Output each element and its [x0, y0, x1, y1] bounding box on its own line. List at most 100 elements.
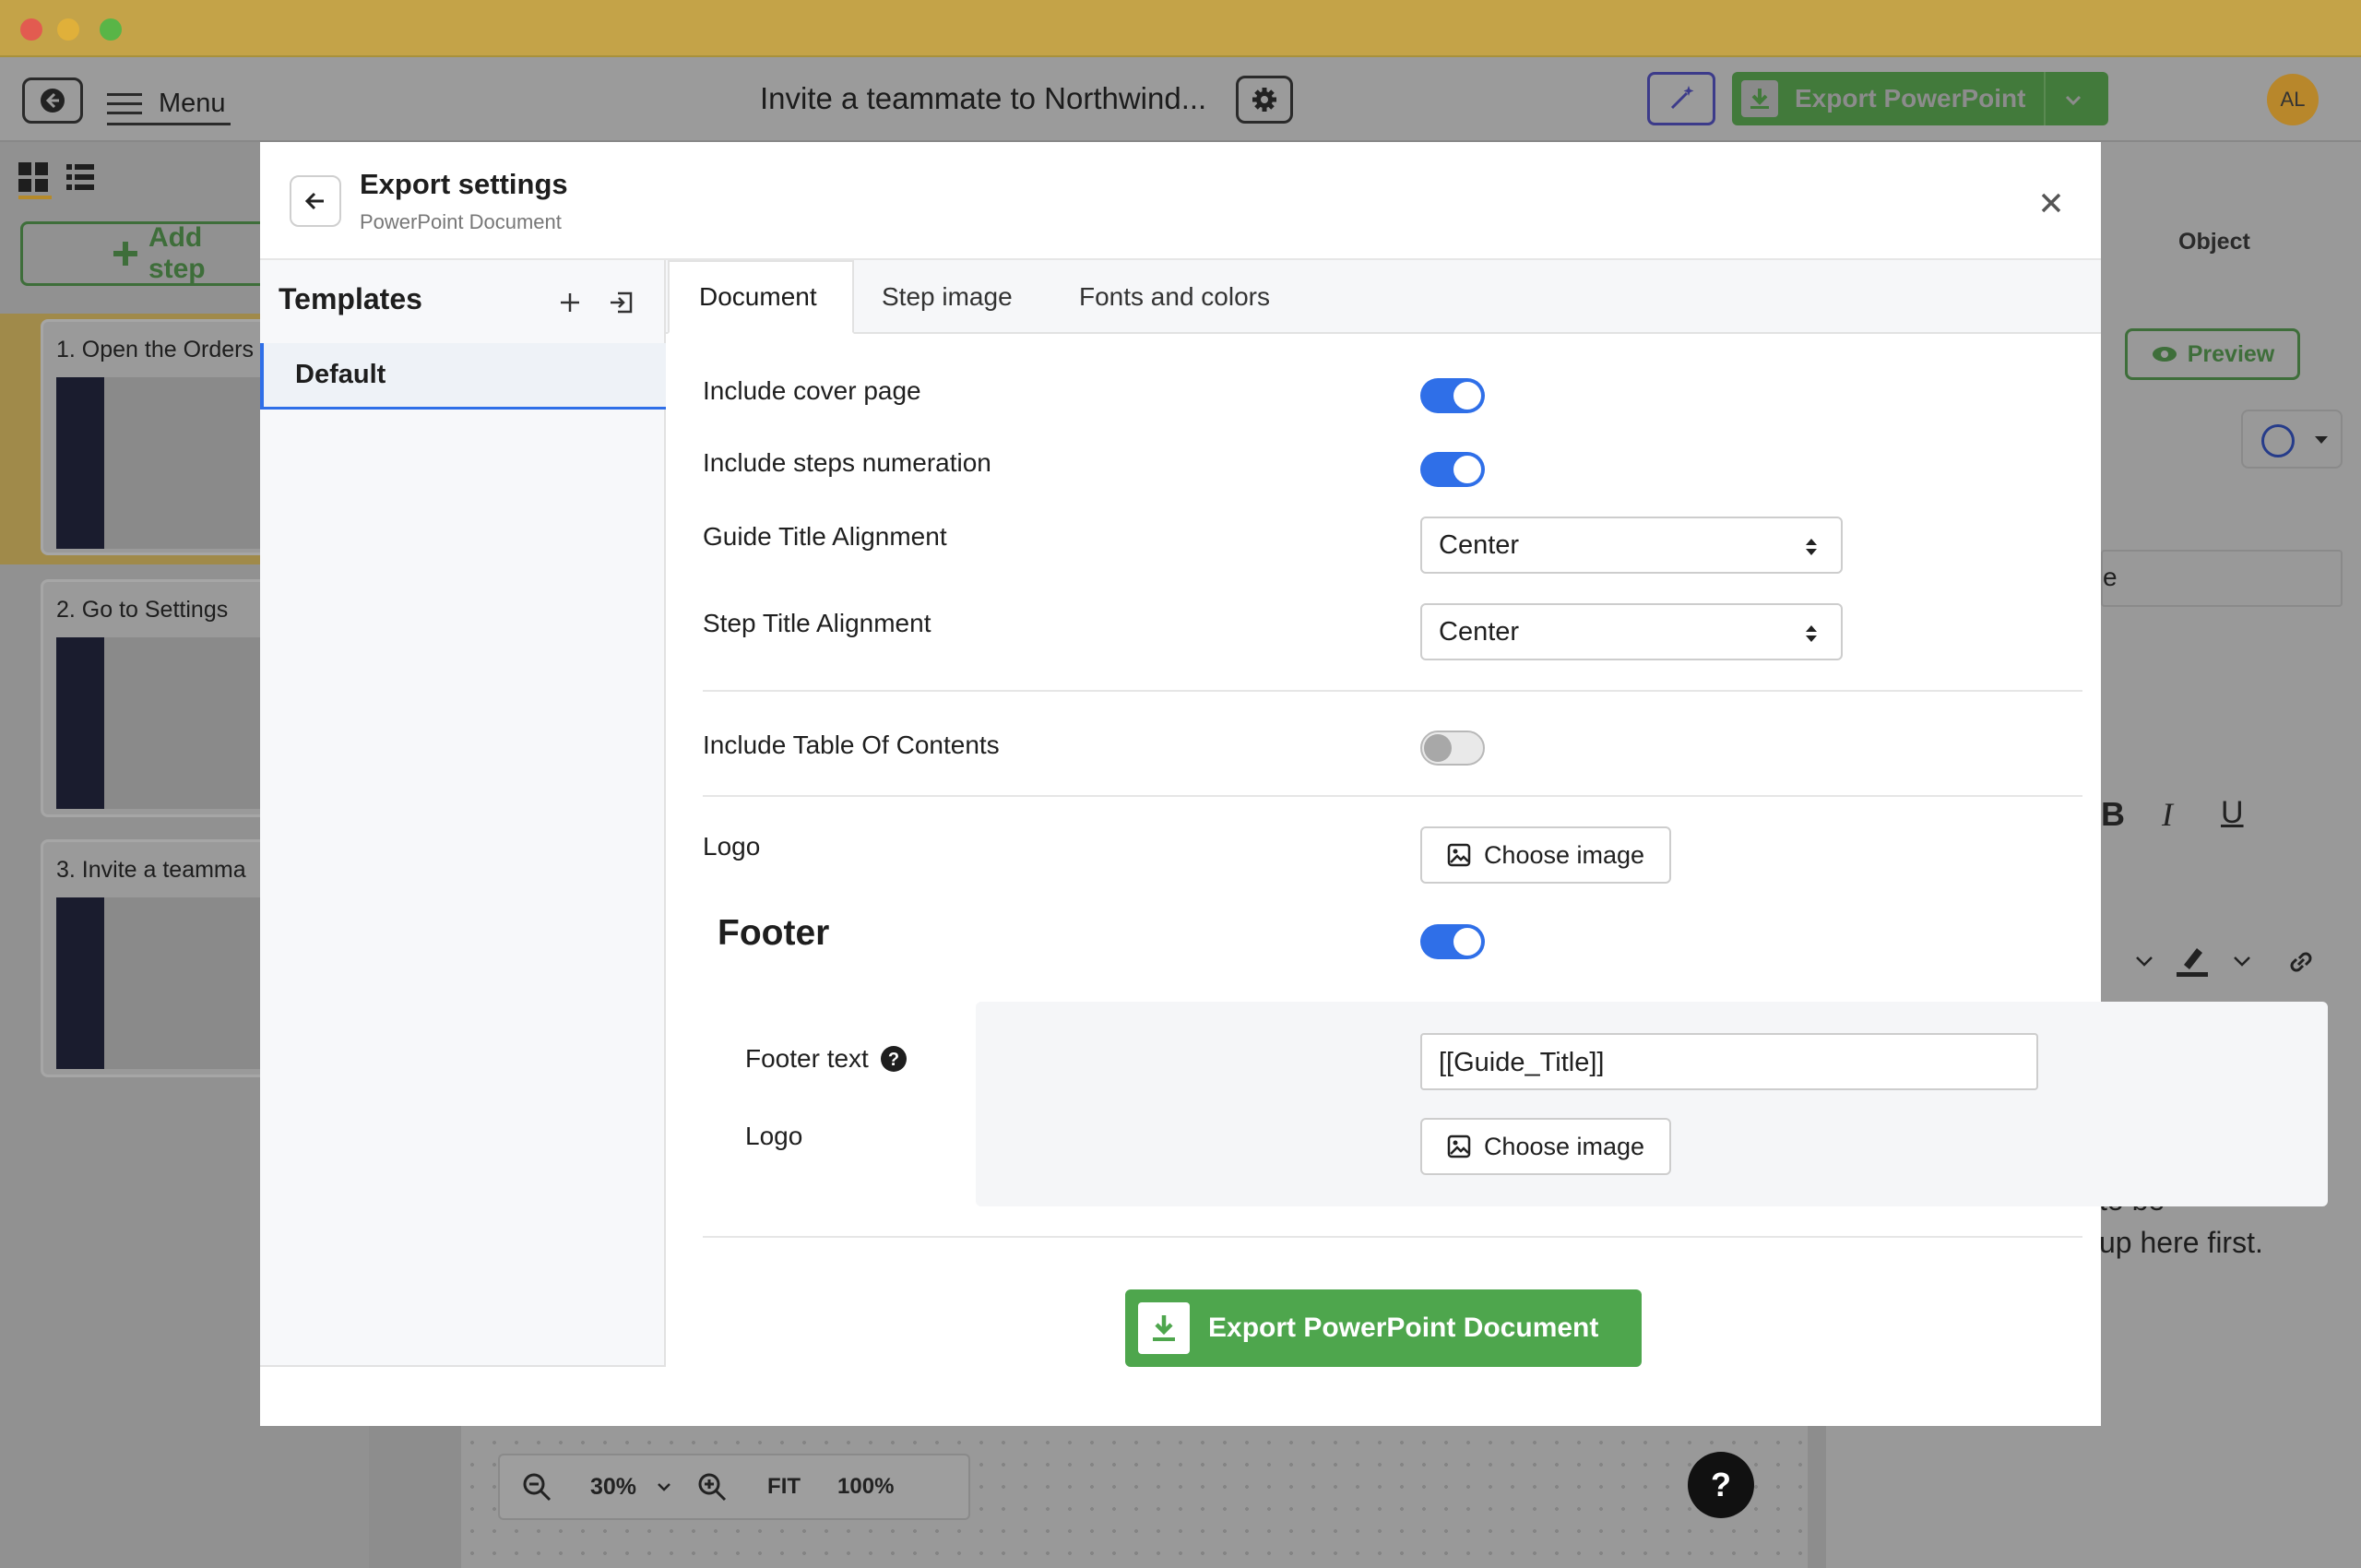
guide-settings-button[interactable] [1236, 76, 1293, 124]
grid-view-icon[interactable] [18, 162, 48, 196]
chevron-down-icon[interactable] [2134, 954, 2154, 968]
export-powerpoint-document-button[interactable]: Export PowerPoint Document [1125, 1289, 1642, 1367]
plus-icon [113, 242, 137, 266]
preview-button[interactable]: Preview [2125, 328, 2300, 380]
bold-button[interactable]: B [2101, 795, 2125, 834]
ai-assist-button[interactable] [1647, 72, 1715, 125]
text-input-fragment[interactable]: e [2101, 550, 2343, 607]
import-icon[interactable] [609, 290, 635, 315]
export-powerpoint-button[interactable]: Export PowerPoint [1732, 72, 2108, 125]
plus-icon[interactable] [559, 291, 581, 314]
svg-text:?: ? [888, 1050, 899, 1070]
tab-document[interactable]: Document [668, 260, 854, 334]
template-item-default[interactable]: Default [260, 343, 666, 410]
footer-toggle[interactable] [1420, 924, 1485, 959]
underline-button[interactable]: U [2221, 795, 2244, 831]
hint-line: up here first. [2099, 1226, 2263, 1259]
list-view-icon[interactable] [66, 164, 94, 195]
toc-label: Include Table Of Contents [703, 731, 1000, 759]
export-settings-modal: Export settings PowerPoint Document Temp… [260, 142, 2328, 1426]
choose-logo-button[interactable]: Choose image [1420, 826, 1671, 884]
templates-title: Templates [279, 282, 422, 315]
footer-heading: Footer [718, 913, 830, 953]
zoom-controls: 30% FIT 100% [498, 1454, 970, 1520]
cover-page-label: Include cover page [703, 376, 921, 405]
input-fragment-text: e [2103, 563, 2118, 591]
modal-header [260, 142, 2101, 260]
logo-label: Logo [703, 832, 761, 861]
sort-arrows-icon [1806, 625, 1817, 642]
footer-text-input[interactable]: [[Guide_Title]] [1420, 1033, 2038, 1090]
menu-button[interactable]: Menu [107, 85, 231, 125]
italic-button[interactable]: I [2162, 795, 2173, 834]
sort-arrows-icon [1806, 539, 1817, 555]
choose-image-label: Choose image [1483, 1132, 1645, 1160]
tab-fonts-and-colors[interactable]: Fonts and colors [1079, 260, 1270, 334]
export-powerpoint-label: Export PowerPoint [1795, 84, 2026, 113]
step-card[interactable]: 3. Invite a teamma [41, 839, 296, 1077]
modal-title: Export settings [360, 168, 568, 200]
shape-select[interactable] [2241, 410, 2343, 469]
step-card[interactable]: 1. Open the Orders [41, 319, 296, 555]
zoom-value[interactable]: 30% [590, 1474, 636, 1501]
step-title: 1. Open the Orders [56, 337, 255, 362]
menu-label: Menu [159, 89, 226, 118]
step-title-alignment-select[interactable]: Center [1420, 603, 1843, 660]
chevron-down-icon[interactable] [655, 1478, 673, 1496]
help-button[interactable]: ? [1688, 1452, 1754, 1518]
preview-label: Preview [2187, 340, 2275, 367]
step-card[interactable]: 2. Go to Settings [41, 579, 296, 817]
chevron-down-icon[interactable] [2062, 89, 2084, 111]
eye-icon [2152, 347, 2177, 362]
guide-title: Invite a teammate to Northwind... [760, 81, 1207, 115]
divider [703, 690, 2082, 692]
zoom-fit-button[interactable]: FIT [767, 1474, 801, 1500]
select-value: Center [1439, 529, 1520, 560]
divider [703, 1236, 2082, 1238]
magic-wand-icon [1670, 86, 1694, 110]
modal-back-button[interactable] [290, 175, 341, 227]
choose-footer-logo-button[interactable]: Choose image [1420, 1118, 1671, 1175]
zoom-in-icon[interactable] [697, 1472, 727, 1502]
close-icon[interactable] [2040, 192, 2062, 214]
tab-step-image[interactable]: Step image [882, 260, 1013, 334]
link-icon[interactable] [2285, 946, 2317, 978]
footer-text-label-text: Footer text [745, 1044, 869, 1073]
maximize-window-button[interactable] [100, 18, 122, 41]
guide-title-alignment-label: Guide Title Alignment [703, 522, 947, 551]
guide-title-alignment-select[interactable]: Center [1420, 517, 1843, 574]
download-icon [1741, 80, 1778, 117]
zoom-out-icon[interactable] [522, 1472, 552, 1502]
step-title: 2. Go to Settings [56, 597, 229, 623]
avatar[interactable]: AL [2267, 74, 2319, 125]
modal-subtitle: PowerPoint Document [360, 210, 562, 233]
chevron-down-icon[interactable] [2232, 954, 2252, 968]
export-document-label: Export PowerPoint Document [1208, 1313, 1599, 1343]
choose-image-label: Choose image [1483, 840, 1645, 869]
divider [703, 795, 2082, 797]
steps-numeration-toggle[interactable] [1420, 452, 1485, 487]
add-step-button[interactable]: Add step [20, 221, 269, 286]
close-window-button[interactable] [20, 18, 42, 41]
templates-sidebar [260, 260, 666, 1367]
add-step-label: Add step [148, 222, 206, 284]
cover-page-toggle[interactable] [1420, 378, 1485, 413]
toc-toggle[interactable] [1420, 731, 1485, 766]
object-tab[interactable]: Object [2178, 229, 2250, 255]
highlighter-icon[interactable] [2175, 943, 2210, 980]
step-title-alignment-label: Step Title Alignment [703, 609, 931, 637]
minimize-window-button[interactable] [57, 18, 79, 41]
zoom-100-button[interactable]: 100% [837, 1474, 894, 1500]
window-titlebar [0, 0, 2361, 57]
back-circle-icon [41, 89, 65, 113]
gear-icon [1252, 88, 1276, 112]
footer-text-value: [[Guide_Title]] [1439, 1048, 1605, 1077]
step-title: 3. Invite a teamma [56, 857, 246, 883]
hamburger-icon [107, 92, 142, 114]
footer-text-label: Footer text ? [745, 1044, 908, 1074]
help-circle-icon[interactable]: ? [880, 1045, 908, 1073]
chevron-down-icon [2315, 436, 2328, 444]
footer-logo-label: Logo [745, 1122, 803, 1150]
select-value: Center [1439, 616, 1520, 647]
back-button[interactable] [22, 77, 83, 124]
